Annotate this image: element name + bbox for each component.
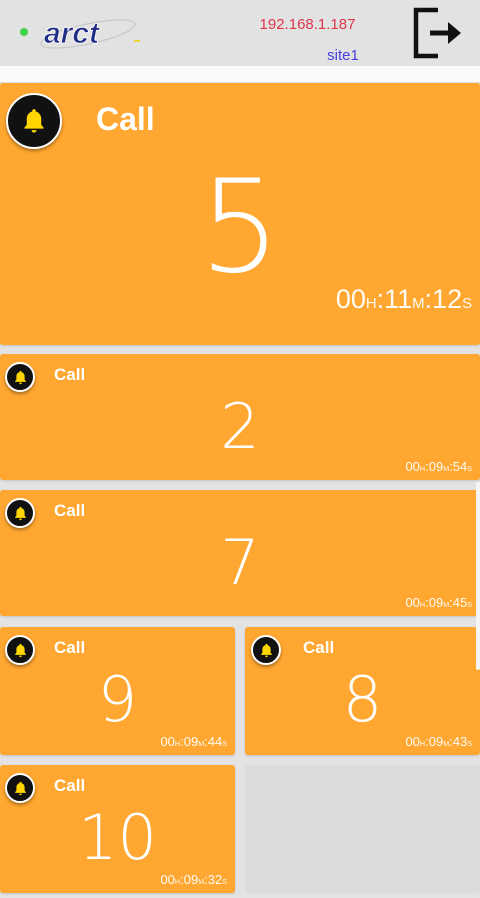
call-label: Call: [54, 638, 86, 657]
hours-unit: H: [174, 740, 181, 748]
timer-minutes: 11: [384, 284, 413, 314]
ip-address: 192.168.1.187: [259, 16, 356, 33]
timer-minutes: 09: [183, 872, 199, 887]
hours-unit: H: [419, 465, 426, 473]
call-number: 10: [78, 801, 157, 874]
minutes-unit: M: [443, 601, 450, 609]
call-number: 2: [220, 390, 260, 463]
hours-unit: H: [419, 601, 426, 609]
connection-status-dot: [20, 28, 28, 36]
logout-icon[interactable]: [408, 4, 470, 62]
bell-icon: [260, 643, 272, 657]
bell-icon: [14, 643, 26, 657]
call-card[interactable]: Call 9 00H:09M:44S: [0, 627, 235, 755]
timer-minutes: 09: [428, 595, 444, 610]
call-label: Call: [54, 776, 86, 795]
bell-badge: [6, 93, 62, 149]
minutes-unit: M: [443, 740, 450, 748]
bell-icon: [14, 506, 26, 520]
arct-logo: arct: [40, 17, 140, 50]
elapsed-timer: 00H:09M:45S: [405, 595, 472, 610]
call-label: Call: [54, 365, 86, 384]
timer-hours: 00: [335, 284, 366, 314]
minutes-unit: M: [443, 465, 450, 473]
timer-hours: 00: [405, 459, 420, 474]
timer-hours: 00: [405, 734, 420, 749]
timer-seconds: 54: [452, 459, 468, 474]
call-number: 5: [199, 153, 281, 302]
hours-unit: H: [419, 740, 426, 748]
bell-icon: [24, 109, 44, 133]
timer-hours: 00: [160, 872, 175, 887]
timer-minutes: 09: [428, 459, 444, 474]
elapsed-timer: 00H:09M:44S: [160, 734, 227, 749]
timer-minutes: 09: [183, 734, 199, 749]
hours-unit: H: [365, 296, 377, 312]
minutes-unit: M: [412, 296, 425, 312]
bell-icon: [14, 781, 26, 795]
timer-seconds: 32: [207, 872, 223, 887]
empty-slot: [245, 765, 480, 893]
seconds-unit: S: [222, 878, 227, 886]
timer-hours: 00: [405, 595, 420, 610]
site-name: site1: [327, 47, 359, 64]
call-card[interactable]: Call 5 00H:11M:12S: [0, 83, 480, 345]
call-card[interactable]: Call 2 00H:09M:54S: [0, 354, 480, 480]
call-card[interactable]: Call 7 00H:09M:45S: [0, 490, 480, 616]
seconds-unit: S: [222, 740, 227, 748]
call-number: 8: [342, 663, 383, 736]
elapsed-timer: 00H:09M:54S: [405, 459, 472, 474]
bell-badge: [251, 635, 281, 665]
bell-badge: [5, 635, 35, 665]
call-card[interactable]: Call 8 00H:09M:43S: [245, 627, 480, 755]
seconds-unit: S: [467, 465, 472, 473]
seconds-unit: S: [462, 296, 472, 312]
seconds-unit: S: [467, 740, 472, 748]
seconds-unit: S: [467, 601, 472, 609]
bell-badge: [5, 773, 35, 803]
app-header: arct 192.168.1.187 site1: [0, 0, 480, 66]
minutes-unit: M: [198, 878, 205, 886]
logo-text: arct: [44, 17, 101, 50]
scrollbar[interactable]: [476, 482, 480, 670]
timer-seconds: 43: [452, 734, 468, 749]
call-card[interactable]: Call 10 00H:09M:32S: [0, 765, 235, 893]
bell-badge: [5, 498, 35, 528]
hours-unit: H: [174, 878, 181, 886]
call-label: Call: [54, 501, 86, 520]
elapsed-timer: 00H:09M:32S: [160, 872, 227, 887]
minutes-unit: M: [198, 740, 205, 748]
timer-seconds: 44: [207, 734, 223, 749]
elapsed-timer: 00H:11M:12S: [335, 284, 472, 314]
elapsed-timer: 00H:09M:43S: [405, 734, 472, 749]
bell-badge: [5, 362, 35, 392]
call-number: 9: [97, 663, 138, 736]
timer-minutes: 09: [428, 734, 444, 749]
call-number: 7: [220, 526, 260, 599]
call-label: Call: [96, 101, 155, 137]
header-divider: [0, 66, 480, 82]
timer-seconds: 45: [452, 595, 468, 610]
timer-hours: 00: [160, 734, 175, 749]
call-label: Call: [303, 638, 335, 657]
timer-seconds: 12: [432, 284, 463, 314]
bell-icon: [14, 370, 26, 384]
